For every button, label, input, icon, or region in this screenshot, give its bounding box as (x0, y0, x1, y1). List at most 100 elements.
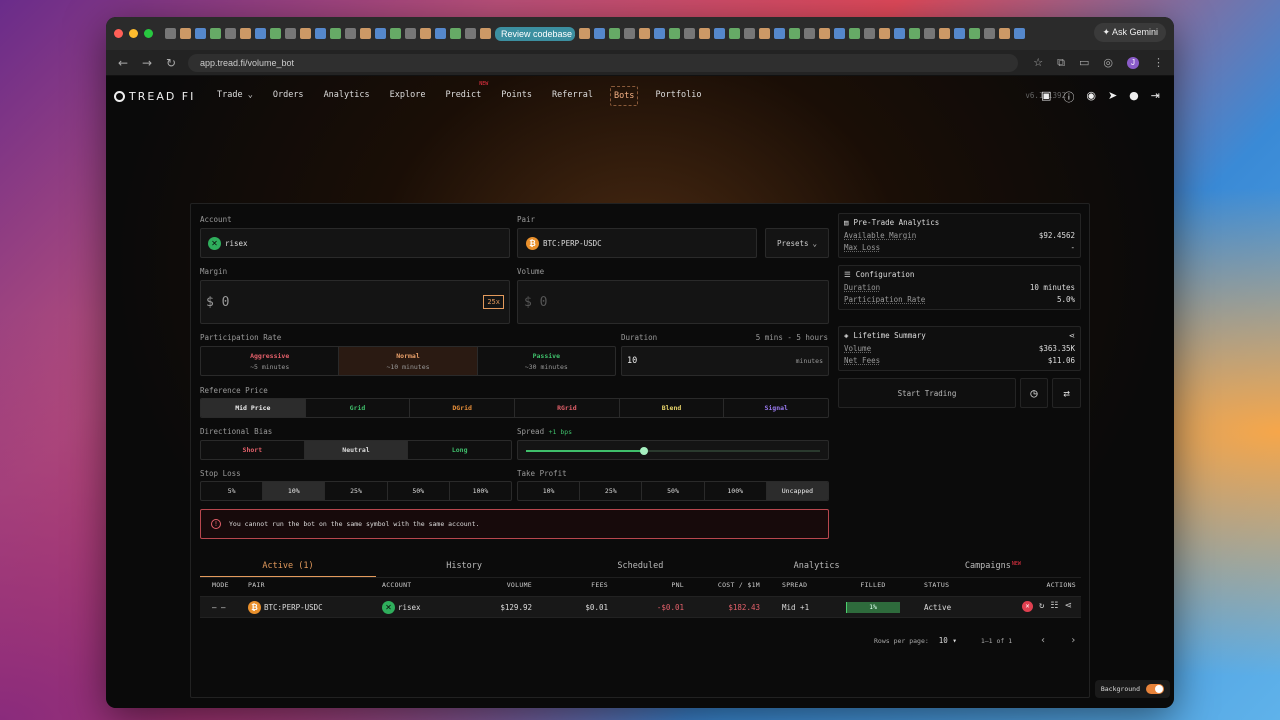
margin-input[interactable]: $ 0 25x (200, 280, 510, 324)
presets-button[interactable]: Presets ⌄ (765, 228, 829, 258)
tab-favicon-icon[interactable] (894, 28, 905, 39)
reference-option-mid-price[interactable]: Mid Price (201, 399, 306, 417)
nav-item-bots[interactable]: Bots (609, 86, 639, 106)
tab-favicon-icon[interactable] (240, 28, 251, 39)
tab-favicon-icon[interactable] (405, 28, 416, 39)
wallet-icon[interactable]: ▣ (1041, 89, 1051, 105)
tab-favicon-icon[interactable] (594, 28, 605, 39)
tab-active-1[interactable]: Active (1) (200, 556, 376, 577)
tab-favicon-icon[interactable] (759, 28, 770, 39)
tab-favicon-icon[interactable] (315, 28, 326, 39)
leverage-button[interactable]: 25x (483, 295, 504, 309)
tab-favicon-icon[interactable] (195, 28, 206, 39)
take-profit-option-50[interactable]: 50% (642, 482, 705, 500)
reference-option-blend[interactable]: Blend (620, 399, 725, 417)
take-profit-option-10[interactable]: 10% (518, 482, 581, 500)
tab-history[interactable]: History (376, 556, 552, 577)
tab-favicon-icon[interactable] (699, 28, 710, 39)
take-profit-option-25[interactable]: 25% (580, 482, 643, 500)
nav-item-portfolio[interactable]: Portfolio (652, 86, 704, 106)
tab-favicon-icon[interactable] (999, 28, 1010, 39)
zoom-window-button[interactable] (144, 29, 153, 38)
tab-favicon-icon[interactable] (789, 28, 800, 39)
bias-option-neutral[interactable]: Neutral (304, 441, 409, 459)
bias-option-long[interactable]: Long (408, 441, 511, 459)
tab-favicon-icon[interactable] (210, 28, 221, 39)
tab-analytics[interactable]: Analytics (729, 556, 905, 577)
account-select[interactable]: ✕ risex (200, 228, 510, 258)
tab-favicon-icon[interactable] (879, 28, 890, 39)
minimize-window-button[interactable] (129, 29, 138, 38)
tab-favicon-icon[interactable] (300, 28, 311, 39)
next-page-icon[interactable]: › (1070, 635, 1076, 646)
browser-menu-icon[interactable]: ⋮ (1153, 56, 1164, 69)
tab-favicon-icon[interactable] (180, 28, 191, 39)
start-trading-button[interactable]: Start Trading (838, 378, 1016, 408)
nav-item-referral[interactable]: Referral (549, 86, 596, 106)
tab-favicon-icon[interactable] (939, 28, 950, 39)
sync-icon[interactable]: ◎ (1103, 56, 1113, 69)
tab-favicon-icon[interactable] (849, 28, 860, 39)
back-icon[interactable]: ← (116, 56, 130, 70)
pair-select[interactable]: ₿ BTC:PERP-USDC (517, 228, 757, 258)
settings-sliders-icon[interactable]: ☷ (1050, 601, 1058, 612)
stop-loss-option-5[interactable]: 5% (201, 482, 264, 500)
tab-favicon-icon[interactable] (270, 28, 281, 39)
tab-favicon-icon[interactable] (864, 28, 875, 39)
close-window-button[interactable] (114, 29, 123, 38)
tab-favicon-icon[interactable] (579, 28, 590, 39)
nav-item-predict[interactable]: Predict NEW (442, 81, 488, 106)
tab-favicon-icon[interactable] (984, 28, 995, 39)
participation-option-passive[interactable]: Passive ~30 minutes (478, 347, 615, 375)
take-profit-option-100[interactable]: 100% (705, 482, 767, 500)
tab-favicon-icon[interactable] (435, 28, 446, 39)
tab-favicon-icon[interactable] (954, 28, 965, 39)
discord-icon[interactable]: ◉ (1086, 89, 1096, 105)
nav-item-orders[interactable]: Orders (270, 86, 307, 106)
forward-icon[interactable]: → (140, 56, 154, 70)
tab-favicon-icon[interactable] (819, 28, 830, 39)
tab-favicon-icon[interactable] (669, 28, 680, 39)
nav-item-explore[interactable]: Explore (387, 86, 429, 106)
volume-input[interactable]: $ 0 (517, 280, 829, 324)
url-field[interactable]: app.tread.fi/volume_bot (188, 53, 1018, 72)
tab-favicon-icon[interactable] (225, 28, 236, 39)
tab-favicon-icon[interactable] (480, 28, 491, 39)
restart-icon[interactable]: ↻ (1039, 601, 1044, 612)
extensions-icon[interactable]: ⧉ (1057, 56, 1065, 70)
duration-input[interactable]: 10 minutes (621, 346, 829, 376)
spread-slider-thumb[interactable] (640, 447, 649, 455)
bookmark-star-icon[interactable]: ☆ (1033, 56, 1043, 69)
reference-option-signal[interactable]: Signal (724, 399, 828, 417)
tab-favicon-icon[interactable] (255, 28, 266, 39)
tab-favicon-icon[interactable] (420, 28, 431, 39)
tab-favicon-icon[interactable] (834, 28, 845, 39)
tab-favicon-icon[interactable] (684, 28, 695, 39)
share-icon[interactable]: ⋖ (1065, 601, 1073, 612)
tab-favicon-icon[interactable] (1014, 28, 1025, 39)
tab-favicon-icon[interactable] (774, 28, 785, 39)
tab-favicon-icon[interactable] (375, 28, 386, 39)
tab-favicon-icon[interactable] (165, 28, 176, 39)
nav-item-trade[interactable]: Trade ⌄ (214, 86, 256, 106)
schedule-clock-icon[interactable]: ◷ (1020, 378, 1048, 408)
table-row[interactable]: — — ₿ BTC:PERP-USDC ✕ risex $129.92 $0.01 -$0.0… (200, 596, 1081, 618)
tab-active[interactable]: Review codebase an (495, 26, 575, 41)
cast-icon[interactable]: ▭ (1079, 56, 1089, 69)
profile-avatar[interactable]: J (1127, 56, 1139, 69)
reference-option-rgrid[interactable]: RGrid (515, 399, 620, 417)
tab-favicon-icon[interactable] (969, 28, 980, 39)
tab-favicon-icon[interactable] (654, 28, 665, 39)
tab-favicon-icon[interactable] (624, 28, 635, 39)
tab-favicon-icon[interactable] (744, 28, 755, 39)
tab-favicon-icon[interactable] (804, 28, 815, 39)
tab-favicon-icon[interactable] (450, 28, 461, 39)
tab-favicon-icon[interactable] (924, 28, 935, 39)
participation-option-aggressive[interactable]: Aggressive ~5 minutes (201, 347, 340, 375)
tab-campaigns[interactable]: CampaignsNEW (905, 556, 1081, 577)
background-switch[interactable] (1146, 684, 1164, 694)
tab-favicon-icon[interactable] (285, 28, 296, 39)
tab-favicon-icon[interactable] (729, 28, 740, 39)
tab-favicon-icon[interactable] (465, 28, 476, 39)
tab-favicon-icon[interactable] (390, 28, 401, 39)
